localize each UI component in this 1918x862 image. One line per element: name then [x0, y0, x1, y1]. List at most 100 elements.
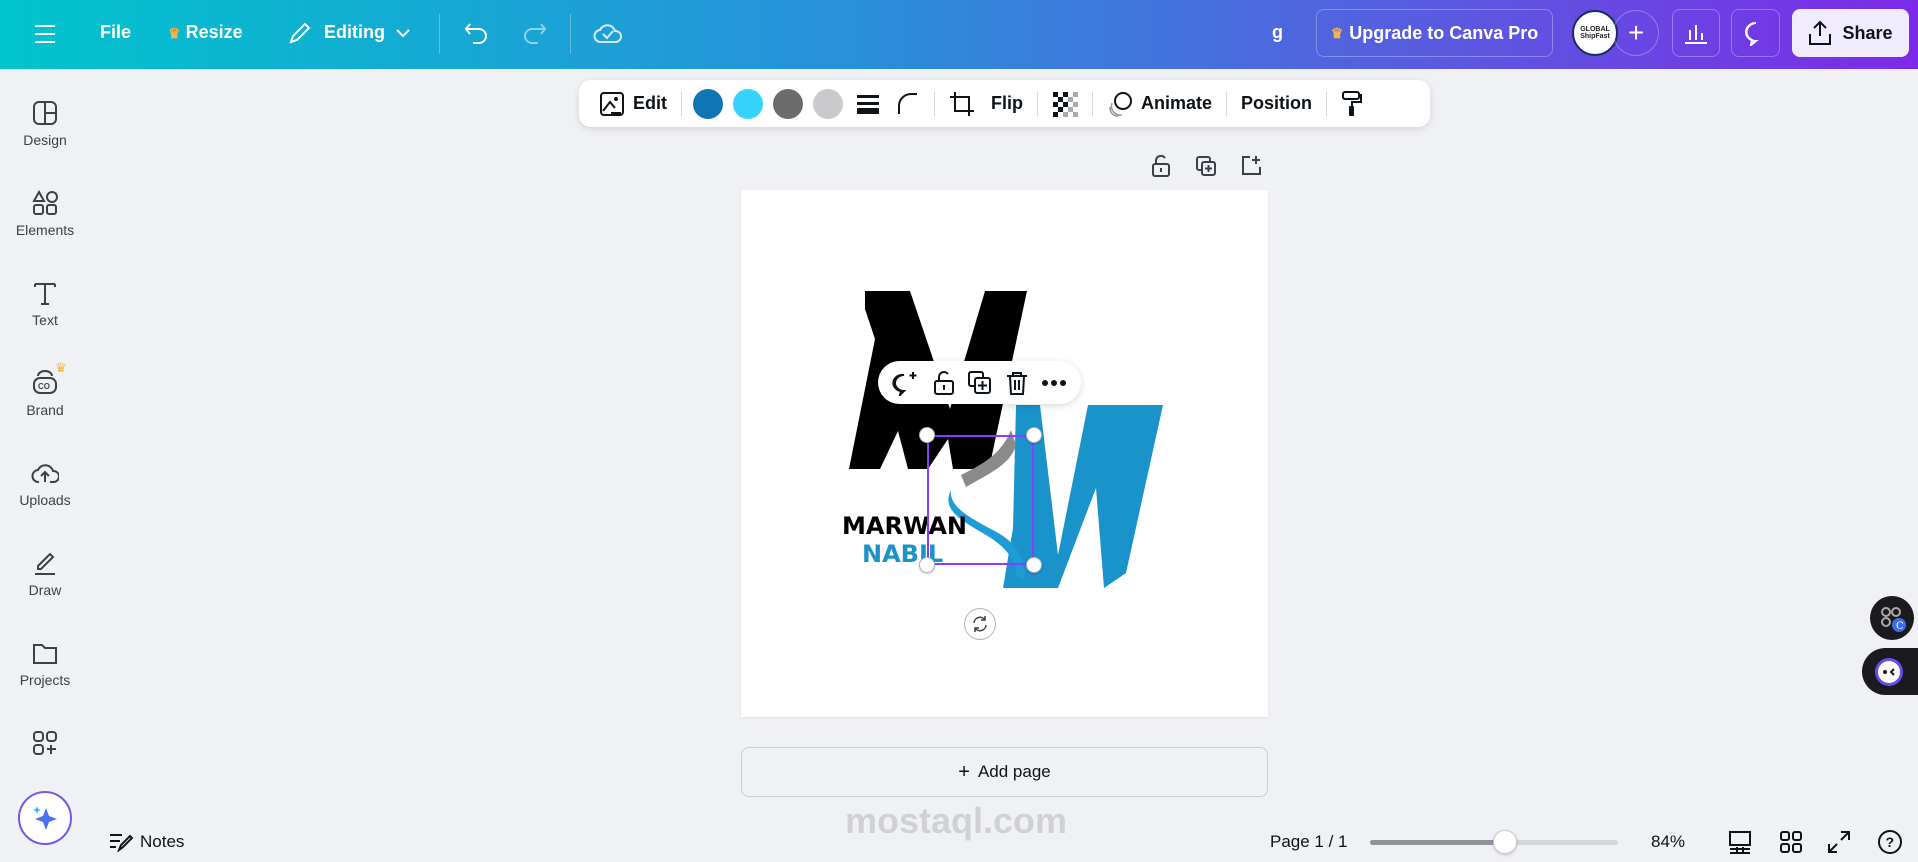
zoom-level[interactable]: 84% — [1651, 832, 1685, 852]
trash-icon[interactable] — [1005, 370, 1029, 396]
resize-handle-top-left[interactable] — [919, 427, 935, 443]
corner-curve-icon — [898, 92, 917, 114]
svg-text:?: ? — [1886, 834, 1895, 850]
duplicate-page-icon[interactable] — [1195, 155, 1217, 177]
page-indicator[interactable]: Page 1 / 1 — [1270, 832, 1348, 852]
chevron-down-icon[interactable] — [396, 28, 410, 38]
comments-button[interactable] — [1731, 9, 1780, 57]
grid-view-icon[interactable] — [1779, 830, 1803, 854]
apps-floating-button[interactable]: C — [1870, 596, 1914, 640]
sidebar-item-design[interactable]: Design — [0, 100, 90, 148]
position-button[interactable]: Position — [1233, 80, 1320, 127]
resize-handle-top-right[interactable] — [1026, 427, 1042, 443]
add-collaborator-button[interactable]: + — [1613, 10, 1659, 56]
comment-icon — [1744, 22, 1759, 46]
fullscreen-icon[interactable] — [1827, 830, 1851, 854]
add-comment-icon[interactable] — [892, 370, 920, 396]
apps-icon — [33, 731, 57, 755]
divider — [934, 91, 935, 116]
sparkle-icon — [33, 806, 57, 830]
element-toolbar: Edit Flip Animate Position — [579, 80, 1430, 127]
upload-cloud-icon — [31, 464, 59, 483]
image-edit-icon — [600, 91, 624, 116]
resize-handle-bottom-right[interactable] — [1026, 557, 1042, 573]
notes-icon[interactable] — [109, 832, 133, 852]
crown-icon: ♛ — [55, 360, 67, 375]
text-icon — [34, 283, 56, 305]
more-options-icon[interactable] — [1041, 379, 1067, 387]
assistant-floating-button[interactable] — [1862, 648, 1918, 695]
svg-text:CO: CO — [38, 382, 50, 391]
sidebar-item-text[interactable]: Text — [0, 280, 90, 328]
cloud-saved-icon[interactable] — [593, 20, 623, 46]
zoom-slider[interactable] — [1370, 830, 1618, 854]
resize-button[interactable]: ♛ Resize — [168, 22, 243, 43]
color-swatch-2[interactable] — [733, 88, 763, 119]
lock-icon[interactable] — [932, 370, 956, 396]
rotate-icon — [973, 616, 987, 632]
color-swatch-3[interactable] — [773, 88, 803, 119]
editing-mode-button[interactable]: Editing — [324, 22, 385, 43]
file-menu[interactable]: File — [100, 22, 131, 43]
lock-icon[interactable] — [1150, 154, 1172, 178]
paint-roller-icon — [1342, 90, 1363, 116]
resize-handle-bottom-left[interactable] — [919, 557, 935, 573]
rotate-handle[interactable] — [964, 608, 996, 640]
divider — [681, 91, 682, 116]
crop-button[interactable] — [941, 80, 983, 127]
help-icon[interactable]: ? — [1877, 829, 1903, 855]
plus-icon: + — [958, 760, 970, 783]
upload-icon — [1809, 20, 1832, 45]
crown-icon: ♛ — [1330, 24, 1344, 41]
transparency-button[interactable] — [1044, 80, 1086, 127]
sidebar-item-uploads[interactable]: Uploads — [0, 460, 90, 508]
sidebar-item-apps[interactable] — [0, 730, 90, 756]
sidebar-item-elements[interactable]: Elements — [0, 190, 90, 238]
divider — [1226, 91, 1228, 116]
divider — [570, 14, 571, 54]
undo-icon[interactable] — [464, 20, 490, 46]
copy-style-button[interactable] — [1333, 80, 1371, 127]
element-context-menu — [878, 361, 1081, 404]
divider — [1326, 91, 1328, 116]
color-swatch-1[interactable] — [693, 88, 723, 119]
magic-assistant-button[interactable] — [18, 791, 72, 845]
zoom-slider-thumb[interactable] — [1492, 830, 1517, 854]
redo-icon[interactable] — [521, 20, 547, 46]
flip-button[interactable]: Flip — [983, 80, 1031, 127]
border-style-button[interactable] — [848, 80, 888, 127]
divider — [1092, 91, 1093, 116]
duplicate-icon[interactable] — [967, 370, 993, 396]
insights-button[interactable] — [1672, 9, 1720, 57]
upgrade-button[interactable]: ♛ Upgrade to Canva Pro — [1316, 9, 1553, 57]
draw-icon — [35, 552, 55, 575]
shapes-icon — [32, 190, 58, 215]
bot-face-icon — [1875, 657, 1903, 686]
edit-image-button[interactable]: Edit — [591, 80, 675, 127]
add-page-icon[interactable] — [1240, 154, 1262, 176]
crop-icon — [950, 91, 974, 116]
corner-rounding-button[interactable] — [888, 80, 928, 127]
notes-button[interactable]: Notes — [140, 832, 184, 852]
zoom-slider-fill — [1370, 840, 1505, 845]
sidebar-item-draw[interactable]: Draw — [0, 550, 90, 598]
user-initial: g — [1272, 22, 1283, 42]
animate-icon — [1109, 91, 1132, 117]
color-swatch-4[interactable] — [813, 88, 843, 119]
sidebar-item-projects[interactable]: Projects — [0, 640, 90, 688]
watermark: mostaql.com — [845, 800, 1068, 841]
menu-icon[interactable] — [34, 24, 56, 44]
add-page-button[interactable]: + Add page — [741, 747, 1268, 797]
avatar[interactable]: GLOBAL ShipFast — [1572, 10, 1618, 56]
thumbnail-view-icon[interactable] — [1728, 830, 1752, 854]
transparency-icon — [1053, 91, 1078, 117]
animate-button[interactable]: Animate — [1099, 80, 1220, 127]
divider — [1037, 91, 1038, 116]
bar-chart-icon — [1685, 25, 1707, 44]
share-button[interactable]: Share — [1792, 9, 1909, 57]
pencil-icon — [289, 22, 311, 44]
sidebar-item-brand[interactable]: ♛ CO Brand — [0, 360, 90, 418]
divider — [439, 14, 440, 54]
selection-box[interactable] — [927, 435, 1034, 565]
crown-icon: ♛ — [168, 25, 181, 41]
